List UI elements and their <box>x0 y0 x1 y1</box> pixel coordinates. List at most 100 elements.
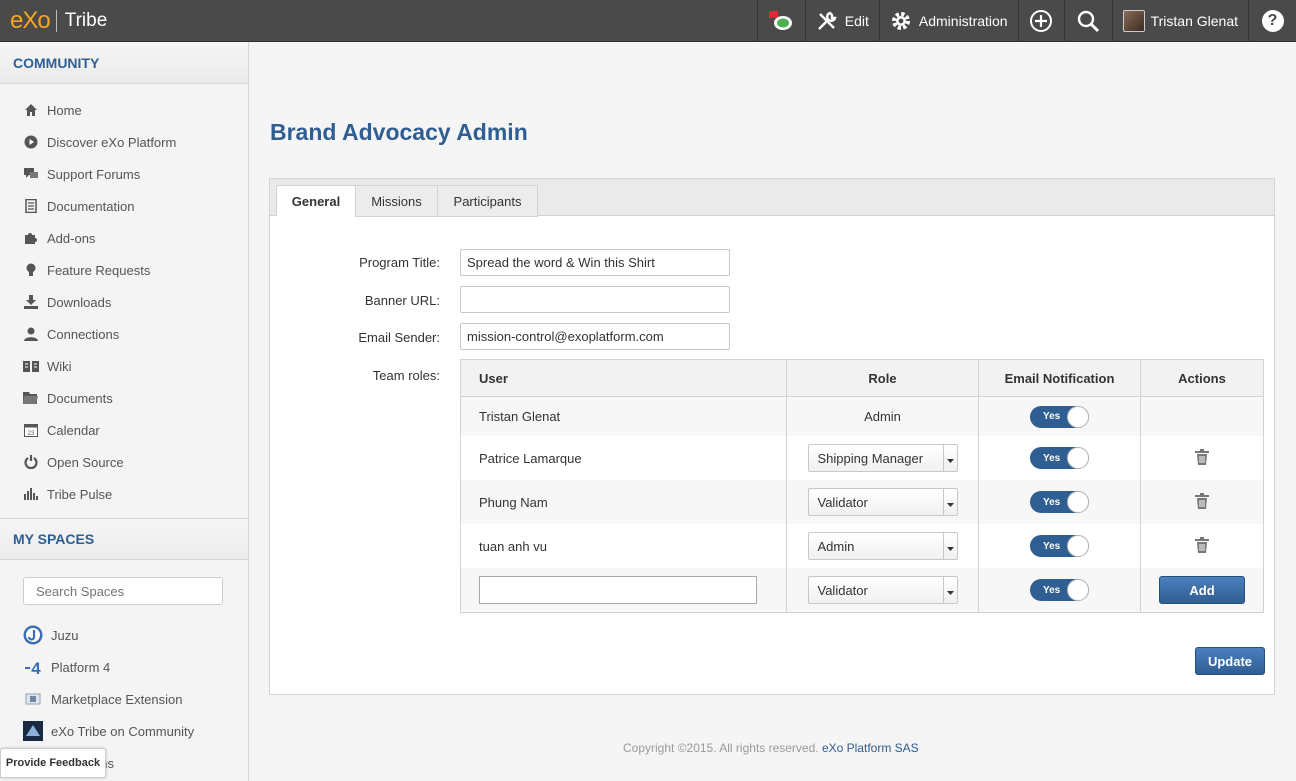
footer: Copyright ©2015. All rights reserved. eX… <box>623 741 919 755</box>
chevron-down-icon <box>942 489 957 515</box>
toggle-knob <box>1067 491 1089 513</box>
tools-icon <box>816 10 838 32</box>
user-name: Tristan Glenat <box>1150 13 1238 29</box>
space-item-platform-4[interactable]: 4 Platform 4 <box>0 651 248 683</box>
toggle-knob <box>1067 405 1089 428</box>
email-sender-input[interactable] <box>460 323 730 350</box>
role-select[interactable]: Validator <box>807 488 958 516</box>
provide-feedback-button[interactable]: Provide Feedback <box>0 748 106 778</box>
notification-cell: Yes <box>979 397 1141 436</box>
notification-cell: Yes <box>979 480 1141 524</box>
new-email-notification-toggle[interactable]: Yes <box>1030 579 1089 601</box>
edit-menu[interactable]: Edit <box>804 0 879 42</box>
create-button[interactable] <box>1017 0 1064 42</box>
sidebar-item-home[interactable]: Home <box>0 94 248 126</box>
product-name: Tribe <box>64 9 108 31</box>
column-header-role: Role <box>787 360 979 396</box>
program-title-input[interactable] <box>460 249 730 276</box>
column-header-actions: Actions <box>1178 370 1226 386</box>
new-role-select[interactable]: Validator <box>807 576 958 604</box>
exo-tribe-space-icon <box>23 721 43 741</box>
sidebar-item-label: Tribe Pulse <box>47 486 113 502</box>
role-select[interactable]: Shipping Manager <box>807 444 958 472</box>
administration-label: Administration <box>918 13 1008 29</box>
administration-menu[interactable]: Administration <box>878 0 1018 42</box>
platform-4-space-icon: 4 <box>23 657 43 677</box>
team-roles-label: Team roles: <box>372 368 440 383</box>
email-notification-toggle[interactable]: Yes <box>1030 405 1089 428</box>
search-spaces-input[interactable] <box>23 577 223 605</box>
toggle-label: Yes <box>1043 540 1061 552</box>
new-user-cell <box>461 568 787 612</box>
notification-cell: Yes <box>979 568 1141 612</box>
space-item-label: eXo Tribe on Community <box>51 723 195 739</box>
search-icon <box>1076 9 1100 33</box>
edit-label: Edit <box>844 13 869 29</box>
sidebar-item-label: Discover eXo Platform <box>47 134 177 150</box>
tab-missions[interactable]: Missions <box>355 185 438 217</box>
help-button[interactable]: ? <box>1248 0 1296 42</box>
plus-circle-icon <box>1029 9 1053 33</box>
email-notification-toggle[interactable]: Yes <box>1030 447 1089 469</box>
sidebar-item-feature-requests[interactable]: Feature Requests <box>0 254 248 286</box>
sidebar-item-label: Calendar <box>47 422 100 438</box>
lightbulb-icon <box>23 262 39 278</box>
sidebar-item-open-source[interactable]: Open Source <box>0 446 248 478</box>
tab-general[interactable]: General <box>276 185 356 217</box>
sidebar-item-discover[interactable]: Discover eXo Platform <box>0 126 248 158</box>
sidebar-item-wiki[interactable]: Wiki <box>0 350 248 382</box>
my-spaces-header: MY SPACES <box>0 518 248 560</box>
footer-company-link[interactable]: eXo Platform SAS <box>822 741 919 755</box>
sidebar-item-documents[interactable]: Documents <box>0 382 248 414</box>
chevron-down-icon <box>942 533 957 559</box>
new-user-input[interactable] <box>479 576 757 604</box>
tab-participants[interactable]: Participants <box>437 185 538 217</box>
role-select[interactable]: Admin <box>807 532 958 560</box>
juzu-space-icon <box>23 625 43 645</box>
trash-icon[interactable] <box>1195 536 1209 556</box>
update-button[interactable]: Update <box>1195 647 1265 675</box>
sidebar-item-downloads[interactable]: Downloads <box>0 286 248 318</box>
banner-url-input[interactable] <box>460 286 730 313</box>
table-row: Phung Nam Validator Yes <box>461 480 1263 524</box>
notification-cell: Yes <box>979 436 1141 480</box>
page-title: Brand Advocacy Admin <box>270 119 528 145</box>
space-item-juzu[interactable]: Juzu <box>0 619 248 651</box>
sidebar-item-add-ons[interactable]: Add-ons <box>0 222 248 254</box>
sidebar-item-documentation[interactable]: Documentation <box>0 190 248 222</box>
role-select-value: Shipping Manager <box>817 450 924 466</box>
sidebar-item-connections[interactable]: Connections <box>0 318 248 350</box>
sidebar-item-label: Wiki <box>47 358 72 374</box>
column-header-email-notification: Email Notification <box>979 360 1141 396</box>
email-notification-toggle[interactable]: Yes <box>1030 491 1089 513</box>
tab-bar: General Missions Participants <box>270 179 1274 217</box>
toggle-knob <box>1067 579 1089 601</box>
actions-cell <box>1141 436 1263 480</box>
space-item-marketplace-extension[interactable]: Marketplace Extension <box>0 683 248 715</box>
marketplace-space-icon <box>23 689 43 709</box>
user-name-cell: tuan anh vu <box>461 524 787 568</box>
chat-button[interactable] <box>756 0 805 42</box>
avatar <box>1122 10 1145 32</box>
community-header: COMMUNITY <box>0 42 248 84</box>
email-notification-toggle[interactable]: Yes <box>1030 535 1089 557</box>
trash-icon[interactable] <box>1195 448 1209 468</box>
trash-icon[interactable] <box>1195 492 1209 512</box>
sidebar-item-label: Open Source <box>47 454 124 470</box>
user-name-cell: Patrice Lamarque <box>461 436 787 480</box>
add-member-button[interactable]: Add <box>1159 576 1245 604</box>
play-icon <box>23 134 39 150</box>
sidebar-item-tribe-pulse[interactable]: Tribe Pulse <box>0 478 248 510</box>
sidebar-item-support-forums[interactable]: Support Forums <box>0 158 248 190</box>
brand[interactable]: eXo Tribe <box>0 0 107 42</box>
admin-panel: General Missions Participants Program Ti… <box>269 178 1275 695</box>
space-item-exo-tribe-community[interactable]: eXo Tribe on Community <box>0 715 248 747</box>
home-icon <box>23 102 39 118</box>
search-button[interactable] <box>1063 0 1112 42</box>
bar-chart-icon <box>23 486 39 502</box>
sidebar-item-calendar[interactable]: 23 Calendar <box>0 414 248 446</box>
community-nav: Home Discover eXo Platform Support Forum… <box>0 84 248 510</box>
user-menu[interactable]: Tristan Glenat <box>1111 0 1248 42</box>
sidebar-item-label: Downloads <box>47 294 112 310</box>
user-icon <box>23 326 39 342</box>
